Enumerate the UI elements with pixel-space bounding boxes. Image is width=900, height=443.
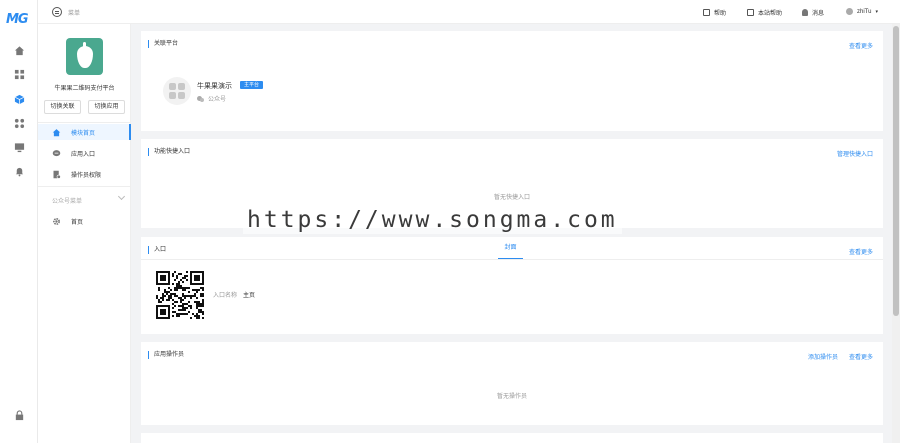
card-title: 关联平台 [148, 40, 178, 48]
next-card [141, 433, 883, 443]
gear-icon [53, 217, 60, 225]
sidebar-item-label: 操作员权限 [71, 172, 102, 179]
card-title: 功能快捷入口 [148, 148, 190, 156]
operators-more-link[interactable]: 查看更多 [849, 352, 873, 361]
help-link[interactable]: 帮助 [703, 8, 726, 17]
top-bar: 菜单 帮助 本站帮助 消息 zhiTu ▾ [38, 0, 900, 24]
add-operator-link[interactable]: 添加操作员 [808, 352, 838, 361]
app-root: MG 菜单 帮助 本站帮助 消息 zhiTu ▾ 牛果果二维码支付平台 切换关联… [0, 0, 900, 443]
help-icon [703, 9, 710, 16]
wechat-icon [197, 95, 205, 102]
monitor-icon[interactable] [13, 141, 25, 153]
empty-text: 暂无操作员 [496, 394, 527, 400]
module-sidebar: 牛果果二维码支付平台 切换关联 切换应用 模块首页 应用入口 操作员权限 公众号… [38, 24, 131, 443]
bell-icon [802, 9, 808, 16]
entry-card: 入口 封面 查看更多 入口名称 主页 [141, 237, 883, 334]
platform-type: 公众号 [197, 94, 226, 103]
site-help-label: 本站帮助 [758, 11, 783, 17]
entry-name-label: 入口名称 [213, 293, 238, 299]
user-name: zhiTu [857, 8, 872, 15]
bell-icon[interactable] [13, 165, 25, 177]
entry-more-link[interactable]: 查看更多 [849, 247, 873, 256]
messages-label: 消息 [812, 11, 825, 17]
caret-down-icon: ▾ [875, 8, 878, 15]
tab-cover[interactable]: 封面 [498, 237, 523, 259]
tab-divider [141, 259, 883, 260]
menu-label[interactable]: 菜单 [68, 8, 80, 17]
site-help-link[interactable]: 本站帮助 [747, 8, 782, 17]
card-title: 应用操作员 [148, 351, 184, 359]
divider [38, 122, 131, 123]
user-menu[interactable]: zhiTu ▾ [846, 8, 878, 15]
platform-card: 关联平台 查看更多 牛果果演示 主平台 公众号 [141, 31, 883, 131]
status-badge: 主平台 [240, 81, 264, 89]
switch-link-button[interactable]: 切换关联 [44, 100, 81, 114]
sidebar-item-label: 首页 [71, 219, 84, 226]
platform-name[interactable]: 牛果果演示 [197, 81, 232, 91]
cube-icon[interactable] [13, 93, 25, 105]
document-user-icon [53, 170, 61, 179]
manage-shortcut-link[interactable]: 管理快捷入口 [837, 149, 873, 158]
platform-more-link[interactable]: 查看更多 [849, 41, 873, 50]
user-icon [846, 8, 853, 15]
help-label: 帮助 [714, 11, 727, 17]
app-logo [66, 38, 103, 75]
pear-logo-icon [76, 41, 93, 68]
sidebar-item-app-entry[interactable]: 应用入口 [38, 145, 131, 161]
brand-logo[interactable]: MG [6, 12, 29, 27]
platform-type-label: 公众号 [208, 97, 227, 103]
sidebar-group-label: 公众号菜单 [52, 199, 83, 205]
empty-text: 暂无快捷入口 [493, 195, 530, 201]
watermark: https://www.songma.com [243, 206, 622, 234]
sidebar-item-operator-permissions[interactable]: 操作员权限 [38, 166, 131, 182]
platform-avatar-icon [163, 77, 191, 105]
apps-icon[interactable] [13, 117, 25, 129]
chat-icon [52, 149, 61, 156]
home-icon[interactable] [13, 44, 25, 56]
menu-icon[interactable] [52, 7, 62, 17]
chevron-down-icon[interactable] [117, 192, 126, 201]
site-help-icon [747, 9, 754, 16]
grid-icon[interactable] [13, 68, 25, 80]
entry-name-value: 主页 [243, 293, 256, 299]
home-icon [52, 128, 61, 136]
messages-link[interactable]: 消息 [802, 8, 824, 17]
sidebar-item-home-page[interactable]: 首页 [38, 213, 131, 229]
sidebar-item-label: 模块首页 [71, 130, 96, 137]
app-name: 牛果果二维码支付平台 [54, 86, 115, 92]
sidebar-item-module-home[interactable]: 模块首页 [38, 124, 131, 140]
scrollbar[interactable] [892, 24, 900, 443]
operators-card: 应用操作员 添加操作员 查看更多 暂无操作员 [141, 342, 883, 425]
left-rail: MG [0, 0, 38, 443]
sidebar-item-label: 应用入口 [71, 151, 96, 158]
qr-code [156, 271, 204, 319]
divider [38, 186, 131, 187]
lock-icon[interactable] [13, 409, 25, 421]
card-title: 入口 [148, 246, 166, 254]
scrollbar-thumb[interactable] [893, 26, 899, 316]
switch-app-button[interactable]: 切换应用 [88, 100, 125, 114]
